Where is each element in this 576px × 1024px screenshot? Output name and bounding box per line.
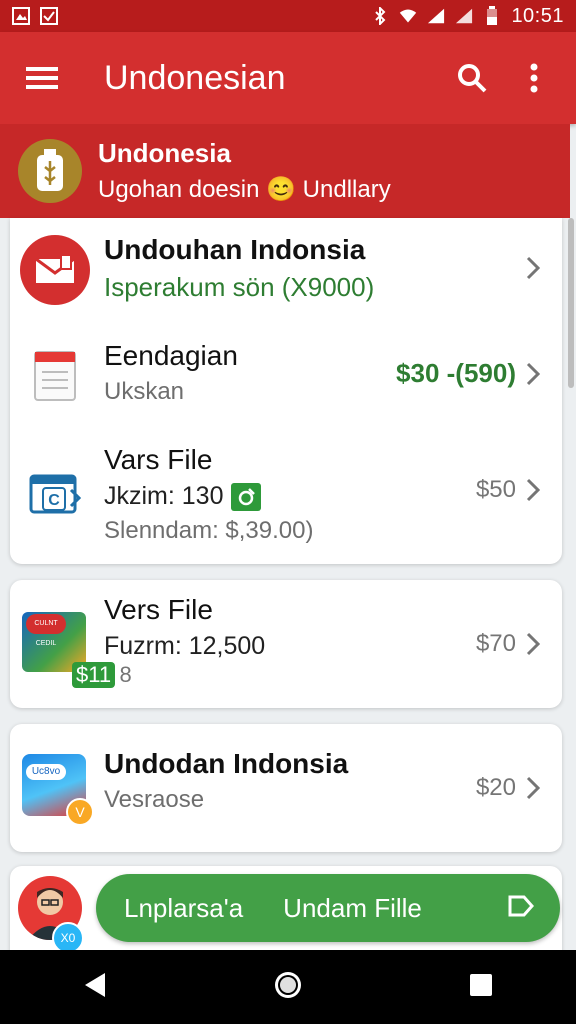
recents-icon[interactable] <box>469 973 493 1002</box>
list-item-title: Vars File <box>104 444 213 475</box>
list-item[interactable]: C Vars File Jkzim: 130 Slenndam: $,39.00… <box>10 444 562 554</box>
chevron-right-icon <box>526 256 540 280</box>
app-bar: Undonesian <box>0 32 576 124</box>
bottle-logo-icon <box>18 139 82 203</box>
calendar-icon <box>34 350 76 407</box>
list-item-subtitle: Vesraose <box>104 786 205 813</box>
list-item-subtitle: Jkzim: 130 <box>104 482 224 510</box>
banner-title: Undonesia <box>98 138 231 168</box>
banner-subtitle: Ugohan doesin 😊 Undllary <box>98 176 391 203</box>
chevron-right-icon <box>526 776 540 800</box>
fab-left-label: Lnplarsа'a <box>124 892 244 923</box>
list-item-subtitle: Ukskan <box>104 378 185 405</box>
chevron-right-icon <box>526 632 540 656</box>
folder-c-icon: C <box>29 472 82 525</box>
home-icon[interactable] <box>272 969 304 1006</box>
status-bar: 10:51 <box>0 0 576 32</box>
label-tag-icon <box>508 893 535 924</box>
price-label: $70 <box>475 630 516 657</box>
list-card[interactable]: CULNT CEDIL $11 8 Vers File Fuzrm: 12,50… <box>10 580 562 708</box>
chevron-right-icon <box>526 362 540 385</box>
signal-icon <box>455 7 473 25</box>
image-icon <box>12 7 30 25</box>
price-badge: $11 <box>72 662 116 688</box>
check-box-icon <box>40 7 58 25</box>
menu-icon[interactable] <box>18 54 66 102</box>
envelope-icon <box>20 235 90 305</box>
price-label: $30 -(590) <box>396 358 516 388</box>
list-card[interactable]: Uc8vo V Undodan Indonsia Vesraose $20 <box>10 724 562 852</box>
status-time: 10:51 <box>511 4 564 27</box>
scrollbar[interactable] <box>568 218 574 388</box>
list-item-title: Vers File <box>104 594 213 625</box>
price-label: $50 <box>475 476 516 503</box>
list-item-subtitle: Fuzrm: 12,500 <box>104 632 266 660</box>
photo-thumbnail-icon: Uc8vo V <box>22 754 94 826</box>
list-item-subtitle: Isperakum sön (X9000) <box>104 272 375 302</box>
list-item[interactable]: Undouhan Indonsia Isperakum sön (X9000) <box>10 232 562 332</box>
wifi-icon <box>399 7 417 25</box>
fab-right-label: Undam Fille <box>283 892 422 923</box>
list-item-title: Undodan Indonsia <box>104 748 349 779</box>
price-label: $20 <box>475 774 516 801</box>
list-item[interactable]: Eendagian Ukskan $30 -(590) <box>10 340 562 430</box>
signal-icon <box>427 7 445 25</box>
header-banner: Undonesia Ugohan doesin 😊 Undllary <box>0 124 570 218</box>
system-nav-bar <box>0 950 576 1024</box>
app-title: Undonesian <box>104 58 286 97</box>
more-vert-icon[interactable] <box>510 54 558 102</box>
back-icon[interactable] <box>83 971 107 1004</box>
search-icon[interactable] <box>448 54 496 102</box>
list-item-title: Eendagian <box>104 340 238 371</box>
chevron-right-icon <box>526 478 540 502</box>
list-card: Undouhan Indonsia Isperakum sön (X9000) … <box>10 218 562 564</box>
svg-text:C: C <box>48 492 60 509</box>
list-item-title: Undouhan Indonsia <box>104 234 366 265</box>
undam-fille-button[interactable]: Lnplarsа'a Undam Fille <box>96 874 560 942</box>
bluetooth-icon <box>371 7 389 25</box>
battery-icon <box>483 6 501 25</box>
badge-count: 8 <box>119 662 132 687</box>
list-item-detail: Slenndam: $,39.00) <box>104 517 314 544</box>
tag-icon <box>231 482 262 511</box>
